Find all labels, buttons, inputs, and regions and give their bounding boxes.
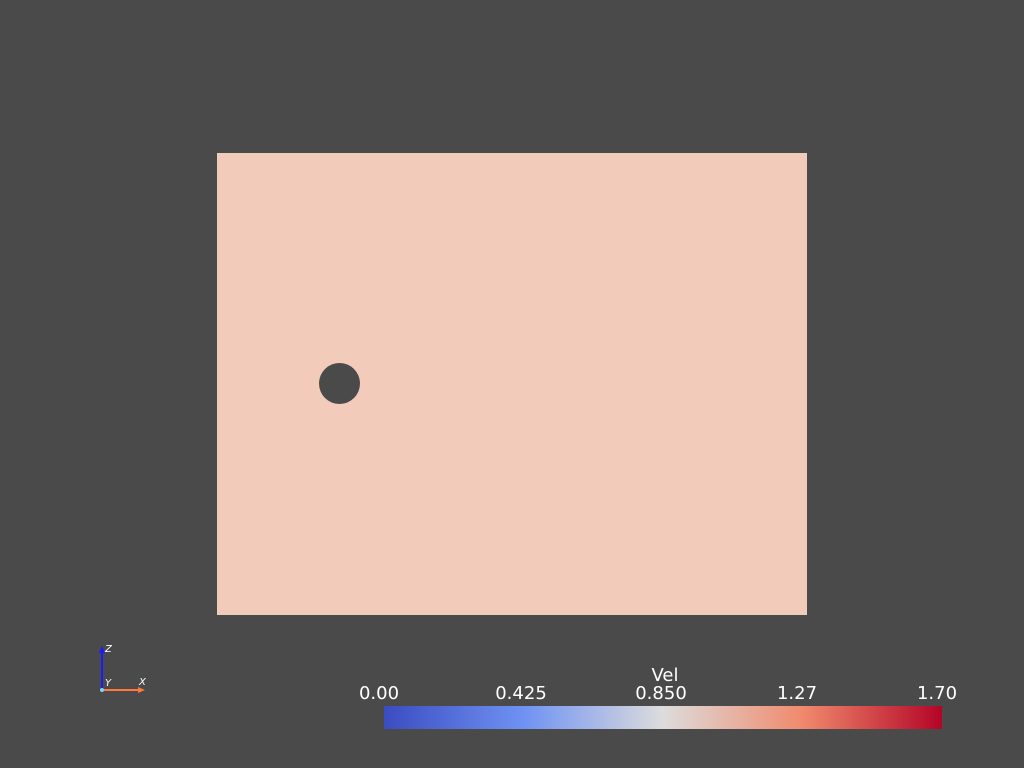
colorbar-gradient <box>384 706 942 729</box>
colorbar-tick-label: 0.425 <box>495 683 547 704</box>
y-axis-origin <box>100 688 104 692</box>
colorbar-tick-label: 1.27 <box>776 683 818 704</box>
flow-domain <box>217 153 807 615</box>
cylinder-obstacle <box>319 363 360 404</box>
colorbar-tick-label: 0.00 <box>358 683 400 704</box>
x-axis-label: X <box>138 677 147 688</box>
y-axis-label: Y <box>105 678 112 689</box>
orientation-axes-widget: Z Y X <box>99 644 147 693</box>
colorbar-tick-label: 1.70 <box>916 683 958 704</box>
colorbar-tick-label: 0.850 <box>635 683 687 704</box>
render-viewport[interactable]: Z Y X Vel 0.00 0.425 0.850 1.27 1.70 <box>0 0 1024 768</box>
z-axis-label: Z <box>104 644 113 655</box>
